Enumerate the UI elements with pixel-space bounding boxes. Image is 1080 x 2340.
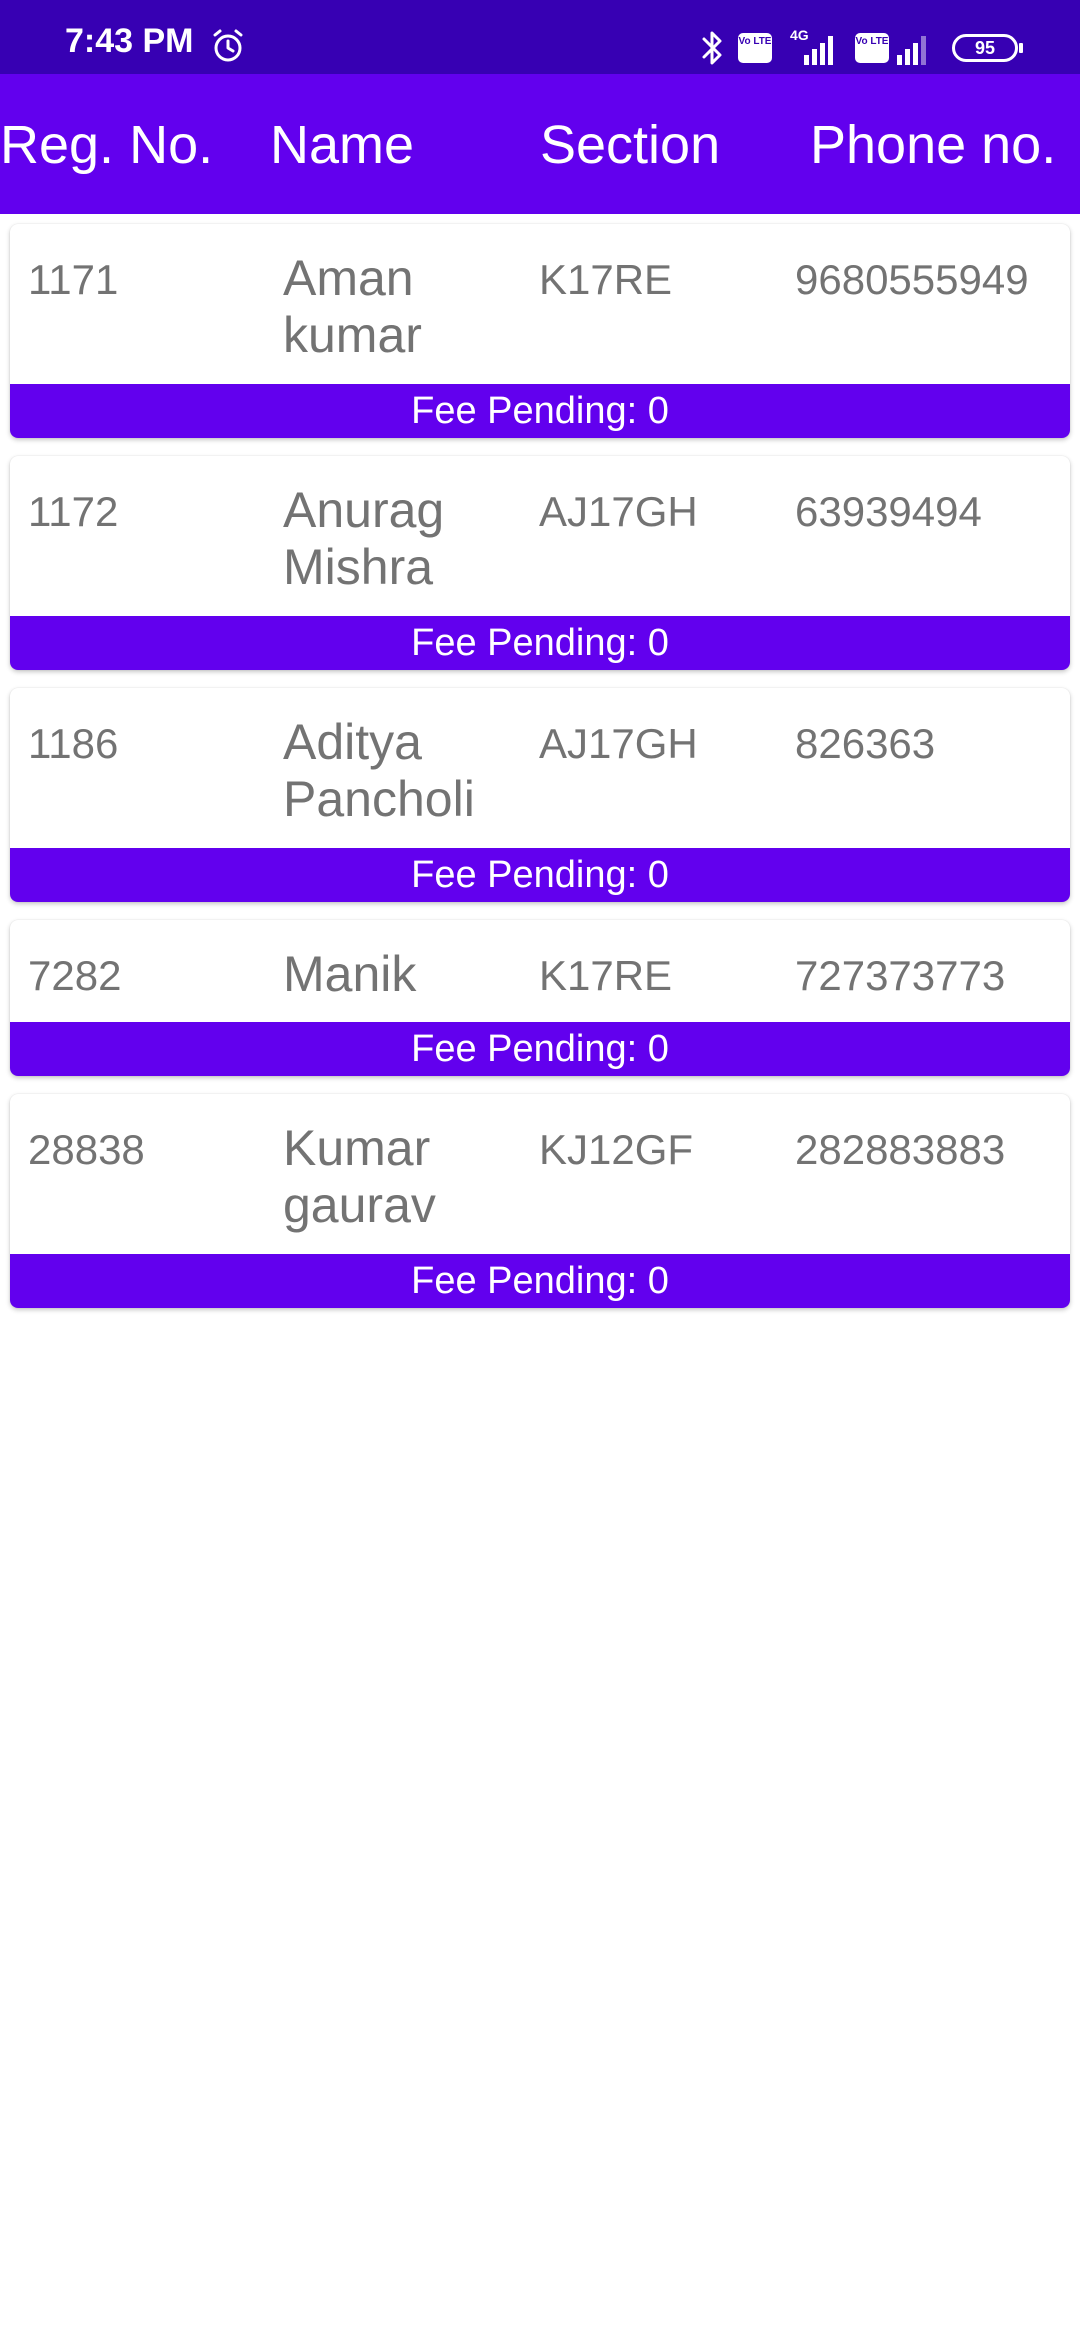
student-reg-no: 1186 [28, 720, 119, 767]
student-name: Kumar gaurav [283, 1120, 436, 1233]
header-phone: Phone no. [810, 115, 1057, 175]
student-section: K17RE [539, 952, 673, 999]
student-card[interactable]: 1186 Aditya Pancholi AJ17GH 826363 Fee P… [10, 688, 1070, 902]
student-card[interactable]: 1171 Aman kumar K17RE 9680555949 Fee Pen… [10, 224, 1070, 438]
student-section: AJ17GH [539, 488, 698, 535]
fee-pending-bar: Fee Pending: 0 [10, 1022, 1070, 1076]
header-reg-no: Reg. No. [0, 115, 214, 175]
student-card[interactable]: 1172 Anurag Mishra AJ17GH 63939494 Fee P… [10, 456, 1070, 670]
status-time: 7:43 PM [65, 22, 194, 60]
student-info-row: 1171 Aman kumar K17RE 9680555949 [10, 224, 1070, 384]
student-section: KJ12GF [539, 1126, 694, 1173]
student-card[interactable]: 7282 Manik K17RE 727373773 Fee Pending: … [10, 920, 1070, 1076]
student-info-row: 1172 Anurag Mishra AJ17GH 63939494 [10, 456, 1070, 616]
signal-icon [897, 36, 926, 65]
alarm-icon [213, 29, 243, 62]
student-reg-no: 28838 [28, 1126, 145, 1173]
student-phone: 63939494 [795, 488, 982, 535]
volte-icon: Vo LTE [855, 33, 889, 63]
table-header: Reg. No. Name Section Phone no. [0, 74, 1080, 214]
volte-icon: Vo LTE [738, 33, 772, 63]
fee-pending-bar: Fee Pending: 0 [10, 848, 1070, 902]
header-section: Section [540, 115, 721, 175]
student-phone: 282883883 [795, 1126, 1006, 1173]
student-reg-no: 1172 [28, 488, 119, 535]
student-name: Aman kumar [283, 250, 422, 363]
student-section: K17RE [539, 256, 673, 303]
fee-pending-bar: Fee Pending: 0 [10, 616, 1070, 670]
student-reg-no: 7282 [28, 952, 122, 999]
student-name: Anurag Mishra [283, 482, 445, 595]
student-phone: 9680555949 [795, 256, 1029, 303]
signal-icon [804, 36, 833, 65]
student-section: AJ17GH [539, 720, 698, 767]
fee-pending-bar: Fee Pending: 0 [10, 1254, 1070, 1308]
header-name: Name [270, 115, 415, 175]
battery-icon: 95 [952, 34, 1023, 62]
student-phone: 826363 [795, 720, 936, 767]
student-name: Manik [283, 946, 417, 1002]
student-name: Aditya Pancholi [283, 714, 475, 827]
student-info-row: 1186 Aditya Pancholi AJ17GH 826363 [10, 688, 1070, 848]
student-list: 1171 Aman kumar K17RE 9680555949 Fee Pen… [0, 224, 1080, 1326]
student-reg-no: 1171 [28, 256, 119, 303]
student-phone: 727373773 [795, 952, 1006, 999]
student-info-row: 28838 Kumar gaurav KJ12GF 282883883 [10, 1094, 1070, 1254]
student-info-row: 7282 Manik K17RE 727373773 [10, 920, 1070, 1022]
fee-pending-bar: Fee Pending: 0 [10, 384, 1070, 438]
student-card[interactable]: 28838 Kumar gaurav KJ12GF 282883883 Fee … [10, 1094, 1070, 1308]
bluetooth-icon [702, 31, 722, 65]
status-bar: 7:43 PM Vo LTE 4G Vo LTE 95 [0, 0, 1080, 74]
